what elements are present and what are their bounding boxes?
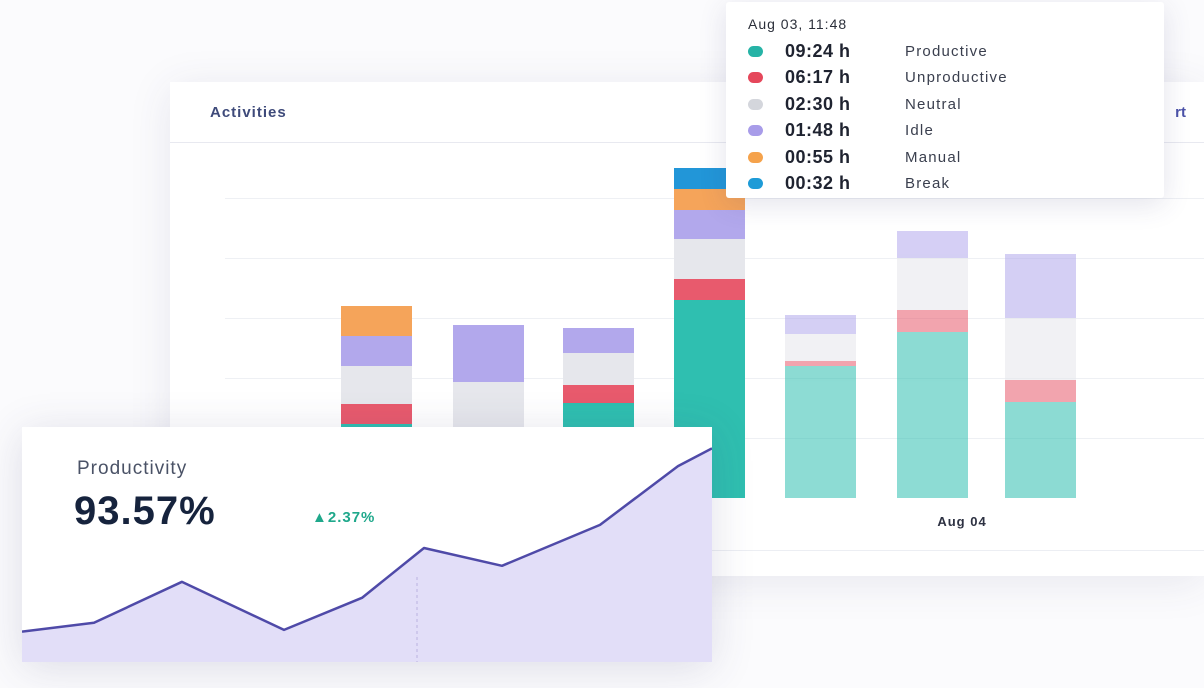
bar-segment-idle[interactable] xyxy=(563,328,634,353)
activity-tooltip: Aug 03, 11:48 09:24 h Productive 06:17 h… xyxy=(726,2,1164,198)
productivity-delta: ▲2.37% xyxy=(312,509,376,526)
break-dot-icon xyxy=(748,178,763,190)
bar-segment-unproductive[interactable] xyxy=(674,279,745,300)
tooltip-label: Neutral xyxy=(905,95,962,113)
tooltip-time: 00:55 h xyxy=(785,146,851,167)
tooltip-time: 01:48 h xyxy=(785,120,851,141)
activity-bar[interactable] xyxy=(897,231,968,498)
bar-segment-idle[interactable] xyxy=(1005,254,1076,318)
tooltip-label: Productive xyxy=(905,42,988,60)
bar-segment-idle[interactable] xyxy=(897,231,968,258)
bar-segment-manual[interactable] xyxy=(341,306,412,336)
tooltip-label: Unproductive xyxy=(905,69,1008,87)
productivity-area-fill xyxy=(22,448,712,662)
bar-segment-neutral[interactable] xyxy=(897,258,968,310)
productivity-title: Productivity xyxy=(77,458,188,479)
dashboard-stage: Activities rt Aug 04 Aug 03, 11:48 09:24… xyxy=(0,0,1204,688)
bar-segment-idle[interactable] xyxy=(674,210,745,239)
x-axis-label: Aug 04 xyxy=(937,514,987,529)
bar-segment-unproductive[interactable] xyxy=(897,310,968,332)
tooltip-time: 02:30 h xyxy=(785,93,851,114)
tooltip-row-manual: 00:55 h Manual xyxy=(748,144,1008,171)
productivity-value: 93.57% xyxy=(74,489,216,533)
bar-segment-neutral[interactable] xyxy=(563,353,634,385)
bar-segment-idle[interactable] xyxy=(785,315,856,334)
tooltip-date: Aug 03, 11:48 xyxy=(748,16,848,32)
tooltip-row-idle: 01:48 h Idle xyxy=(748,118,1008,145)
tooltip-label: Break xyxy=(905,175,951,193)
bar-segment-neutral[interactable] xyxy=(785,334,856,361)
bar-segment-neutral[interactable] xyxy=(341,366,412,404)
bar-segment-unproductive[interactable] xyxy=(341,404,412,424)
tooltip-label: Manual xyxy=(905,148,962,166)
bar-segment-idle[interactable] xyxy=(341,336,412,366)
bar-segment-unproductive[interactable] xyxy=(563,385,634,403)
activity-bar[interactable] xyxy=(785,315,856,498)
tooltip-row-productive: 09:24 h Productive xyxy=(748,38,1008,65)
tooltip-row-unproductive: 06:17 h Unproductive xyxy=(748,65,1008,92)
bar-segment-productive[interactable] xyxy=(897,332,968,498)
idle-dot-icon xyxy=(748,125,763,137)
bar-segment-unproductive[interactable] xyxy=(1005,380,1076,402)
tooltip-row-break: 00:32 h Break xyxy=(748,171,1008,198)
neutral-dot-icon xyxy=(748,98,763,110)
bar-segment-productive[interactable] xyxy=(785,366,856,498)
bar-segment-idle[interactable] xyxy=(453,325,524,382)
productivity-card: Productivity 93.57% ▲2.37% xyxy=(22,427,712,662)
manual-dot-icon xyxy=(748,151,763,163)
bar-segment-neutral[interactable] xyxy=(1005,318,1076,380)
tooltip-rows: 09:24 h Productive 06:17 h Unproductive … xyxy=(748,38,1008,197)
tooltip-row-neutral: 02:30 h Neutral xyxy=(748,91,1008,118)
tooltip-label: Idle xyxy=(905,122,934,140)
unproductive-dot-icon xyxy=(748,72,763,84)
productive-dot-icon xyxy=(748,45,763,57)
tooltip-time: 00:32 h xyxy=(785,173,851,194)
bar-segment-neutral[interactable] xyxy=(674,239,745,279)
bar-segment-productive[interactable] xyxy=(1005,402,1076,498)
tooltip-time: 09:24 h xyxy=(785,40,851,61)
bar-segment-unproductive[interactable] xyxy=(785,361,856,366)
tooltip-time: 06:17 h xyxy=(785,67,851,88)
activity-bar[interactable] xyxy=(1005,254,1076,498)
